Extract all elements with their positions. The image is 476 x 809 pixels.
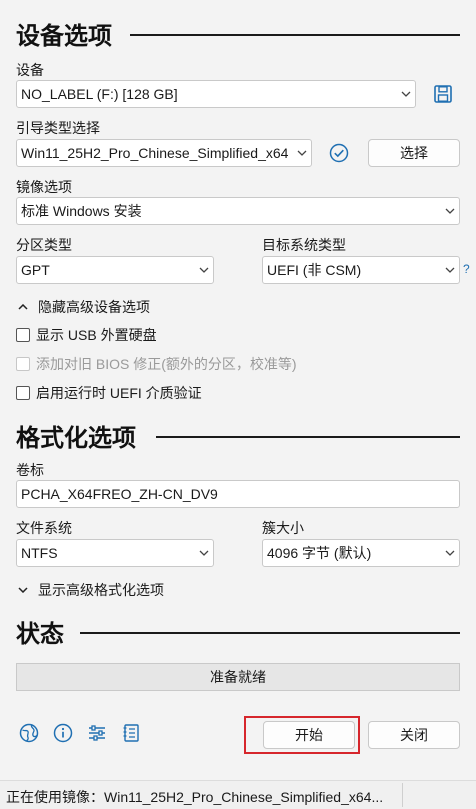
checkbox-box[interactable] [16, 328, 30, 342]
image-option-label: 镜像选项 [16, 179, 72, 195]
image-option-select[interactable]: 标准 Windows 安装 [16, 197, 460, 225]
save-icon[interactable] [432, 83, 454, 105]
partition-select[interactable]: GPT [16, 256, 214, 284]
chevron-down-icon [16, 587, 30, 593]
help-icon[interactable]: ? [463, 262, 470, 276]
device-select[interactable]: NO_LABEL (F:) [128 GB] [16, 80, 416, 108]
usb-hdd-checkbox[interactable]: 显示 USB 外置硬盘 [16, 325, 157, 345]
device-options-title: 设备选项 [16, 22, 112, 50]
status-progress-bar: 准备就绪 [16, 663, 460, 691]
filesystem-value: NTFS [21, 545, 58, 561]
cluster-size-value: 4096 字节 (默认) [267, 545, 372, 561]
format-options-title: 格式化选项 [16, 424, 136, 452]
section-divider [80, 632, 460, 634]
device-value: NO_LABEL (F:) [128 GB] [21, 86, 178, 102]
cluster-size-select[interactable]: 4096 字节 (默认) [262, 539, 460, 567]
target-system-label: 目标系统类型 [262, 237, 346, 253]
partition-value: GPT [21, 262, 50, 278]
footer-divider [402, 783, 403, 807]
chevron-down-icon [195, 540, 213, 566]
hide-advanced-device-toggle[interactable]: 隐藏高级设备选项 [16, 297, 150, 317]
hide-advanced-device-label: 隐藏高级设备选项 [38, 299, 150, 315]
uefi-validation-checkbox[interactable]: 启用运行时 UEFI 介质验证 [16, 383, 202, 403]
status-text: 准备就绪 [210, 669, 266, 685]
target-system-select[interactable]: UEFI (非 CSM) [262, 256, 460, 284]
verify-check-icon[interactable] [328, 142, 350, 164]
chevron-down-icon [441, 540, 459, 566]
show-advanced-format-label: 显示高级格式化选项 [38, 582, 164, 598]
chevron-down-icon [397, 81, 415, 107]
select-image-button[interactable]: 选择 [368, 139, 460, 167]
partition-label: 分区类型 [16, 237, 72, 253]
volume-label-input[interactable]: PCHA_X64FREO_ZH-CN_DV9 [16, 480, 460, 508]
usb-hdd-label: 显示 USB 外置硬盘 [36, 327, 157, 343]
section-divider [130, 34, 460, 36]
volume-label-label: 卷标 [16, 462, 44, 478]
footer-status-bar: 正在使用镜像：Win11_25H2_Pro_Chinese_Simplified… [0, 780, 476, 809]
chevron-up-icon [16, 304, 30, 310]
filesystem-select[interactable]: NTFS [16, 539, 214, 567]
chevron-down-icon [441, 198, 459, 224]
image-option-value: 标准 Windows 安装 [21, 203, 142, 219]
boot-type-label: 引导类型选择 [16, 120, 100, 136]
target-system-value: UEFI (非 CSM) [267, 262, 362, 278]
info-icon[interactable] [52, 722, 74, 744]
cluster-size-label: 簇大小 [262, 520, 304, 536]
chevron-down-icon [441, 257, 459, 283]
settings-sliders-icon[interactable] [86, 722, 108, 744]
start-button[interactable]: 开始 [263, 721, 355, 749]
volume-label-value: PCHA_X64FREO_ZH-CN_DV9 [21, 486, 218, 502]
filesystem-label: 文件系统 [16, 520, 72, 536]
old-bios-fix-checkbox: 添加对旧 BIOS 修正(额外的分区，校准等) [16, 354, 297, 374]
boot-type-select[interactable]: Win11_25H2_Pro_Chinese_Simplified_x64 [16, 139, 312, 167]
chevron-down-icon [195, 257, 213, 283]
boot-type-value: Win11_25H2_Pro_Chinese_Simplified_x64 [21, 145, 289, 161]
section-divider [156, 436, 460, 438]
chevron-down-icon [293, 140, 311, 166]
checkbox-box [16, 357, 30, 371]
device-label: 设备 [16, 62, 44, 78]
show-advanced-format-toggle[interactable]: 显示高级格式化选项 [16, 580, 164, 600]
old-bios-fix-label: 添加对旧 BIOS 修正(额外的分区，校准等) [36, 356, 297, 372]
uefi-validation-label: 启用运行时 UEFI 介质验证 [36, 385, 202, 401]
close-button[interactable]: 关闭 [368, 721, 460, 749]
status-title: 状态 [16, 620, 64, 648]
checkbox-box[interactable] [16, 386, 30, 400]
log-icon[interactable] [120, 722, 142, 744]
globe-icon[interactable] [18, 722, 40, 744]
footer-status-text: 正在使用镜像：Win11_25H2_Pro_Chinese_Simplified… [6, 789, 384, 805]
